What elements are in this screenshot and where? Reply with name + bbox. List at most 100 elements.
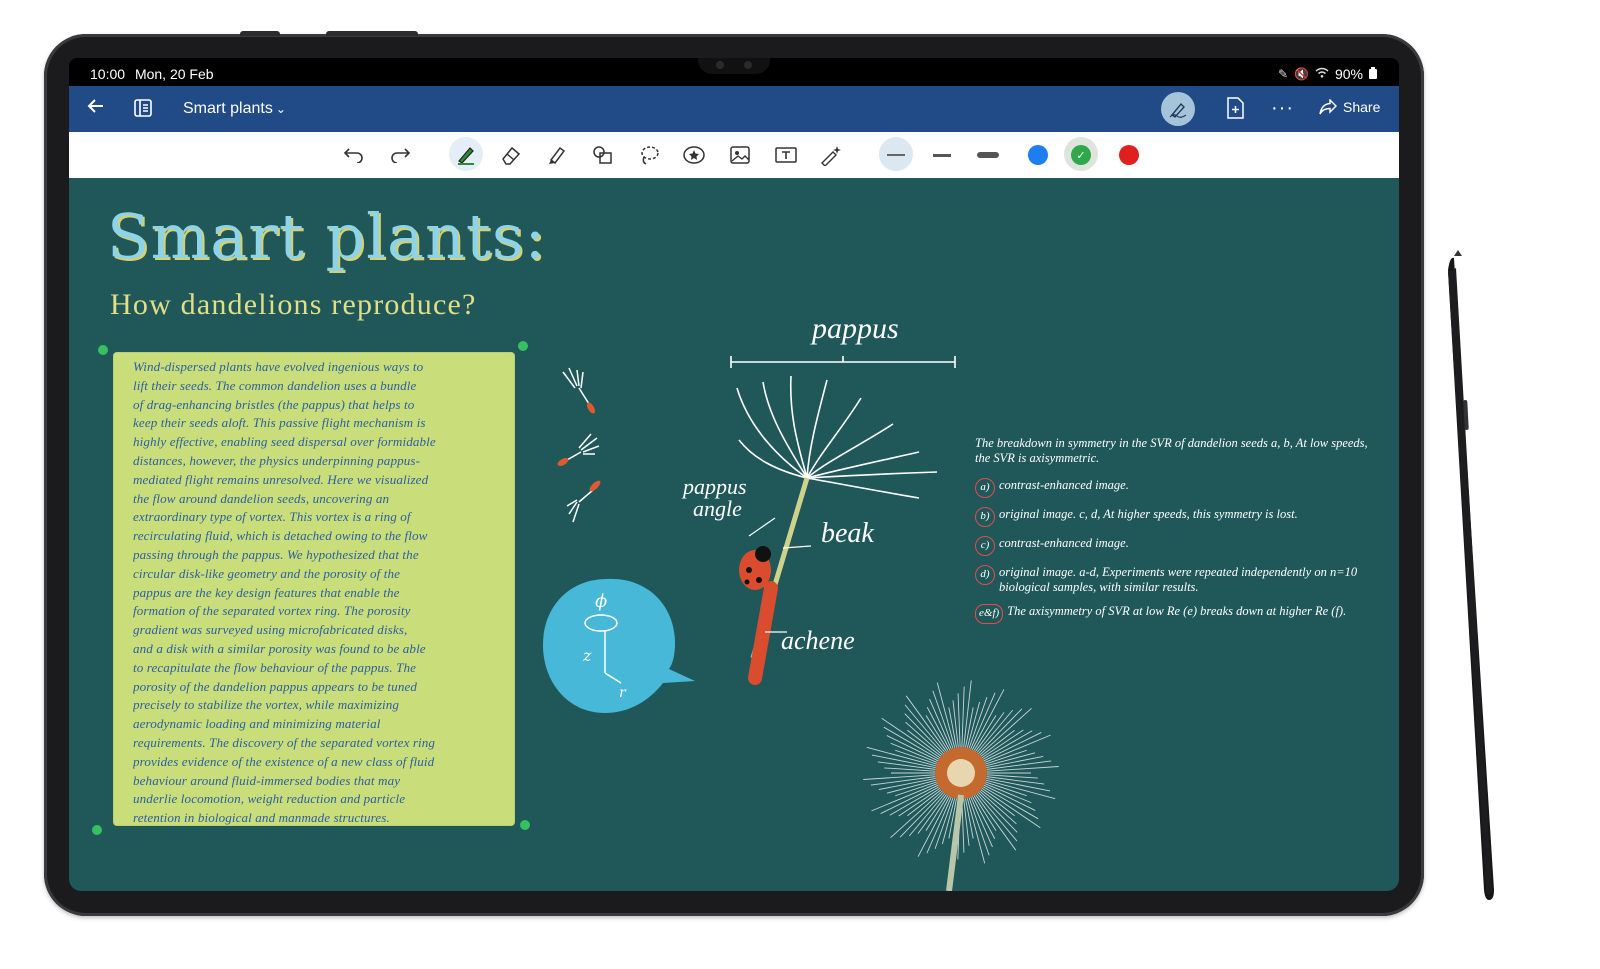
shapes-tool-button[interactable]: [586, 139, 620, 171]
resize-handle-tr[interactable]: [518, 341, 528, 351]
share-label: Share: [1343, 99, 1381, 115]
sticker-icon: [683, 146, 705, 164]
medium-line-icon: [933, 153, 951, 157]
abstract-line: Wind-dispersed plants have evolved ingen…: [133, 359, 424, 374]
pen-tool-button[interactable]: [449, 137, 483, 171]
note-title: Smart plants: [183, 100, 273, 117]
highlighter-tool-button[interactable]: [540, 139, 574, 171]
abstract-line: circular disk-like geometry and the poro…: [133, 565, 401, 581]
chevron-down-icon: ⌄: [275, 102, 286, 116]
thickness-thick-button[interactable]: [971, 139, 1005, 171]
share-icon: [1319, 99, 1337, 115]
image-tool-button[interactable]: [723, 139, 757, 171]
redo-button[interactable]: [383, 139, 417, 171]
note-canvas[interactable]: Smart plants: How dandelions reproduce? …: [69, 178, 1399, 891]
thickness-thin-button[interactable]: [879, 139, 913, 171]
pappus-bracket: [730, 356, 956, 368]
more-options-button[interactable]: ···: [1271, 97, 1294, 120]
seed-sketches: [557, 367, 601, 523]
note-tag-a: a): [975, 478, 995, 498]
drawing-toolbar: ✓: [69, 132, 1399, 179]
status-right: ✎ 🔇 90%: [1278, 66, 1377, 82]
magic-tool-button[interactable]: [814, 139, 848, 171]
pappus-bristles: [736, 375, 938, 499]
abstract-line: to recapitulate the flow behaviour of th…: [133, 659, 417, 675]
abstract-line: gradient was surveyed using microfabrica…: [133, 622, 408, 638]
app-bar: Smart plants ⌄ ··· Share: [69, 86, 1399, 132]
thickness-medium-button[interactable]: [925, 139, 959, 171]
lasso-tool-button[interactable]: [632, 139, 666, 171]
note-title-dropdown[interactable]: Smart plants ⌄: [183, 100, 286, 118]
abstract-line: and a disk with a similar porosity was f…: [133, 640, 426, 656]
color-red-button[interactable]: [1119, 145, 1139, 165]
puff-ray: [985, 779, 1056, 800]
note-item-d: d) original image. a-d, Experiments were …: [975, 565, 1375, 595]
wifi-icon: [1315, 67, 1329, 81]
add-page-button[interactable]: [1226, 97, 1248, 121]
note-text-a: contrast-enhanced image.: [999, 478, 1129, 492]
undo-button[interactable]: [337, 139, 371, 171]
front-camera-icon: [716, 61, 724, 69]
puff-ray: [932, 690, 954, 749]
back-arrow-icon: [87, 99, 103, 113]
puff-ray: [863, 774, 936, 780]
text-box-tool-button[interactable]: [769, 139, 803, 171]
color-green-button[interactable]: ✓: [1071, 145, 1091, 165]
abstract-line: precisely to stabilize the vortex, while…: [133, 697, 400, 713]
canvas-title: Smart plants:: [107, 200, 547, 273]
note-tag-c: c): [975, 536, 995, 556]
abstract-line: lift their seeds. The common dandelion u…: [133, 377, 417, 393]
puff-ray: [952, 700, 959, 748]
notes-intro: The breakdown in symmetry in the SVR of …: [975, 436, 1368, 465]
note-item-ef: e&f) The axisymmetry of SVR at low Re (e)…: [975, 604, 1375, 624]
puff-ray: [957, 693, 961, 748]
pappus-label: pappus: [812, 312, 899, 345]
eraser-icon: [502, 146, 521, 165]
back-button[interactable]: [87, 96, 109, 120]
beak-label: beak: [821, 518, 874, 549]
note-text-d: original image. a-d, Experiments were re…: [999, 565, 1358, 594]
abstract-line: distances, however, the physics underpin…: [133, 452, 421, 468]
mute-icon: 🔇: [1294, 67, 1309, 81]
pen-mode-button[interactable]: [1161, 92, 1195, 126]
puff-ray: [986, 766, 1059, 772]
resize-handle-bl[interactable]: [92, 825, 102, 835]
note-tag-ef: e&f): [975, 604, 1004, 624]
abstract-line: mediated flight remains unresolved. Here…: [133, 471, 429, 487]
seed-sketch-1: [562, 367, 595, 414]
image-icon: [730, 146, 750, 164]
note-item-b: b) original image. c, d, At higher speeds…: [975, 507, 1375, 527]
abstract-line: requirements. The discovery of the separ…: [133, 734, 436, 750]
color-blue-button[interactable]: [1028, 145, 1048, 165]
pen-status-icon: ✎: [1277, 67, 1289, 81]
note-text-c: contrast-enhanced image.: [999, 536, 1129, 550]
note-text-ef: The axisymmetry of SVR at low Re (e) bre…: [1007, 604, 1347, 618]
abstract-line: aerodynamic loading and minimizing mater…: [133, 716, 381, 732]
abstract-line: passing through the pappus. We hypothesi…: [133, 546, 419, 562]
abstract-note-card[interactable]: Wind-dispersed plants have evolved ingen…: [113, 352, 515, 826]
status-left: 10:00 Mon, 20 Feb: [90, 66, 214, 82]
share-button[interactable]: Share: [1319, 99, 1380, 115]
dandelion-puffball-image: [863, 680, 1059, 891]
pen-mode-icon: [1169, 102, 1187, 118]
highlighter-icon: [549, 146, 566, 165]
resize-handle-br[interactable]: [520, 820, 530, 830]
note-text-b: original image. c, d, At higher speeds, …: [999, 507, 1298, 521]
s-pen-stylus: [1448, 250, 1494, 900]
status-date: Mon, 20 Feb: [134, 66, 214, 82]
eraser-tool-button[interactable]: [494, 139, 528, 171]
page-list-button[interactable]: [133, 98, 155, 120]
abstract-line: behaviour around fluid-immersed bodies t…: [133, 772, 401, 788]
text-box-icon: [775, 147, 797, 163]
resize-handle-tl[interactable]: [98, 345, 108, 355]
note-tag-b: b): [975, 507, 995, 527]
shapes-icon: [593, 146, 612, 164]
puff-ray: [890, 790, 943, 839]
achene-label: achene: [781, 626, 855, 655]
thin-line-icon: [887, 154, 905, 156]
magic-icon: [821, 146, 841, 166]
note-tag-d: d): [975, 565, 995, 585]
abstract-line: pappus are the key design features that …: [133, 584, 400, 600]
sticker-tool-button[interactable]: [677, 139, 711, 171]
tablet-screen: 10:00 Mon, 20 Feb ✎ 🔇 90% Smart plants⌄: [69, 58, 1399, 891]
